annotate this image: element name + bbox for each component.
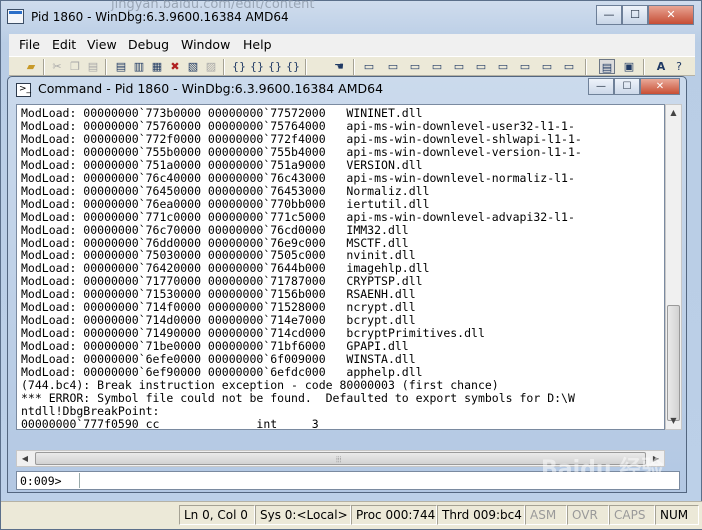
restart-icon[interactable]: ▥ (131, 59, 147, 74)
maximize-button[interactable]: ☐ (622, 5, 648, 25)
toolbar-separator (223, 59, 225, 75)
output-line: ModLoad: 00000000`771c0000 00000000`771c… (21, 209, 575, 224)
open-icon[interactable]: ▰ (23, 59, 39, 74)
menu-view[interactable]: View (87, 37, 117, 52)
status-ovr: OVR (567, 505, 609, 525)
output-line: 00000000`777f0590 cc int 3 (21, 416, 319, 430)
menu-edit[interactable]: Edit (52, 37, 76, 52)
output-line: ntdll!DbgBreakPoint: (21, 403, 160, 418)
output-line: ModLoad: 00000000`76c40000 00000000`76c4… (21, 170, 575, 185)
child-minimize-button[interactable]: — (588, 78, 614, 95)
command-window-title: Command - Pid 1860 - WinDbg:6.3.9600.163… (38, 81, 384, 96)
options-icon[interactable]: ▣ (621, 59, 637, 74)
watch-icon[interactable]: ▭ (385, 59, 401, 74)
windbg-window: jingyan.baidu.com/edit/content Pid 1860 … (0, 0, 702, 530)
output-lines: ModLoad: 00000000`773b0000 00000000`7757… (21, 106, 582, 430)
toolbar: ▰ ✂ ❐ ▤ ▤ ▥ ▦ ✖ ▧ ▨ {} {} {} {} ☚ ▭ ▭ ▭ … (9, 56, 695, 76)
scroll-down-icon[interactable]: ▼ (666, 413, 681, 429)
menu-bar: File Edit View Debug Window Help (9, 34, 695, 56)
font-icon[interactable]: A (653, 59, 669, 74)
source-mode-icon[interactable]: ▤ (599, 59, 615, 74)
status-proc: Proc 000:744 (351, 505, 437, 525)
disassembly-icon[interactable]: ▭ (495, 59, 511, 74)
processes-icon[interactable]: ▭ (539, 59, 555, 74)
toolbar-separator (105, 59, 107, 75)
status-caps: CAPS (609, 505, 655, 525)
scratch-pad-icon[interactable]: ▭ (517, 59, 533, 74)
command-window-icon: >_ (16, 83, 31, 97)
output-line: ModLoad: 00000000`76c70000 00000000`76cd… (21, 222, 409, 237)
close-button[interactable]: ✕ (648, 5, 694, 25)
hand-icon[interactable]: ☚ (331, 59, 347, 74)
toolbar-separator (643, 59, 645, 75)
toolbar-separator (585, 59, 587, 75)
step-disabled-icon[interactable]: ▨ (203, 59, 219, 74)
go-icon[interactable]: ▤ (113, 59, 129, 74)
command-window-icon[interactable]: ▭ (361, 59, 377, 74)
scroll-up-icon[interactable]: ▲ (666, 105, 681, 121)
toolbar-separator (305, 59, 307, 75)
status-sys: Sys 0:<Local> (255, 505, 351, 525)
command-prompt: 0:009> (20, 474, 62, 488)
detach-icon[interactable]: ▧ (185, 59, 201, 74)
step-over-icon[interactable]: {} (249, 59, 265, 74)
threads-icon[interactable]: ▭ (561, 59, 577, 74)
menu-file[interactable]: File (19, 37, 40, 52)
menu-window[interactable]: Window (181, 37, 230, 52)
output-line: ModLoad: 00000000`75760000 00000000`7576… (21, 118, 575, 133)
toolbar-separator (43, 59, 45, 75)
child-close-button[interactable]: ✕ (640, 78, 680, 95)
windbg-app-icon (7, 9, 24, 24)
menu-debug[interactable]: Debug (128, 37, 169, 52)
status-asm: ASM (525, 505, 567, 525)
status-bar: Ln 0, Col 0 Sys 0:<Local> Proc 000:744 T… (1, 501, 702, 529)
title-bar[interactable]: Pid 1860 - WinDbg:6.3.9600.16384 AMD64 —… (1, 1, 701, 33)
registers-icon[interactable]: ▭ (429, 59, 445, 74)
output-line: ModLoad: 00000000`751a0000 00000000`751a… (21, 157, 423, 172)
stop-debugging-icon[interactable]: ▦ (149, 59, 165, 74)
run-to-cursor-icon[interactable]: {} (285, 59, 301, 74)
help-icon[interactable]: ? (671, 59, 687, 74)
locals-icon[interactable]: ▭ (407, 59, 423, 74)
child-maximize-button[interactable]: ☐ (614, 78, 640, 95)
step-into-icon[interactable]: {} (231, 59, 247, 74)
status-position: Ln 0, Col 0 (179, 505, 255, 525)
call-stack-icon[interactable]: ▭ (473, 59, 489, 74)
output-line: ModLoad: 00000000`76ea0000 00000000`770b… (21, 196, 430, 211)
vertical-scrollbar[interactable]: ▲ ▼ (665, 104, 682, 430)
output-line: ModLoad: 00000000`773b0000 00000000`7757… (21, 106, 423, 120)
command-window: >_ Command - Pid 1860 - WinDbg:6.3.9600.… (7, 76, 687, 493)
window-title: Pid 1860 - WinDbg:6.3.9600.16384 AMD64 (31, 10, 289, 24)
menu-help[interactable]: Help (243, 37, 272, 52)
break-icon[interactable]: ✖ (167, 59, 183, 74)
copy-icon[interactable]: ❐ (67, 59, 83, 74)
status-thrd: Thrd 009:bc4 (437, 505, 525, 525)
status-num: NUM (655, 505, 699, 525)
cut-icon[interactable]: ✂ (49, 59, 65, 74)
memory-icon[interactable]: ▭ (451, 59, 467, 74)
scroll-grip-icon: ⦙⦙⦙ (336, 455, 342, 464)
command-output[interactable]: ModLoad: 00000000`773b0000 00000000`7757… (16, 104, 665, 430)
baidu-watermark: Baidu 经验 (541, 457, 664, 482)
scroll-left-icon[interactable]: ◀ (17, 451, 33, 466)
output-line: ModLoad: 00000000`76450000 00000000`7645… (21, 183, 430, 198)
output-line: ModLoad: 00000000`772f0000 00000000`772f… (21, 131, 582, 146)
vertical-scroll-thumb[interactable] (667, 305, 680, 421)
step-out-icon[interactable]: {} (267, 59, 283, 74)
paste-icon[interactable]: ▤ (85, 59, 101, 74)
output-line: ModLoad: 00000000`755b0000 00000000`755b… (21, 144, 582, 159)
minimize-button[interactable]: — (596, 5, 622, 25)
output-line: *** ERROR: Symbol file could not be foun… (21, 390, 575, 405)
toolbar-separator (353, 59, 355, 75)
